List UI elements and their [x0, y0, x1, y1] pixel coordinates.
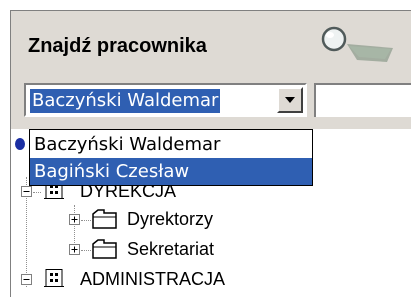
- tree-item-administracja[interactable]: ADMINISTRACJA: [11, 265, 311, 293]
- secondary-input[interactable]: [314, 83, 411, 117]
- employee-combobox[interactable]: Baczyński Waldemar: [24, 83, 307, 117]
- folder-icon: [92, 209, 117, 229]
- dropdown-option-highlighted[interactable]: Bagiński Czesław: [30, 158, 312, 185]
- tree-item-sekretariat[interactable]: Sekretariat: [59, 235, 309, 263]
- combobox-dropdown-list: Baczyński Waldemar Bagiński Czesław: [29, 129, 313, 186]
- tree-item-label: Sekretariat: [127, 239, 215, 259]
- dropdown-option[interactable]: Baczyński Waldemar: [30, 131, 312, 158]
- search-header: Znajdź pracownika Baczyński Waldemar: [11, 11, 411, 129]
- org-unit-icon: [44, 269, 64, 287]
- expand-icon: [69, 244, 80, 255]
- collapse-icon: [21, 186, 32, 197]
- expand-icon: [69, 214, 80, 225]
- tree-item-label: ADMINISTRACJA: [80, 269, 226, 289]
- employee-search-panel: Znajdź pracownika Baczyński Waldemar DYR…: [10, 10, 411, 297]
- chevron-down-icon: [285, 97, 295, 103]
- folder-icon: [92, 239, 117, 259]
- selection-bullet: [15, 138, 25, 150]
- tree-item-dyrektorzy[interactable]: Dyrektorzy: [59, 205, 309, 233]
- panel-title: Znajdź pracownika: [28, 35, 207, 57]
- collapse-icon: [21, 274, 32, 285]
- magnifier-icon[interactable]: [317, 26, 397, 70]
- combobox-value: Baczyński Waldemar: [30, 89, 221, 113]
- combobox-dropdown-button[interactable]: [277, 87, 303, 113]
- tree-item-label: Dyrektorzy: [127, 209, 214, 229]
